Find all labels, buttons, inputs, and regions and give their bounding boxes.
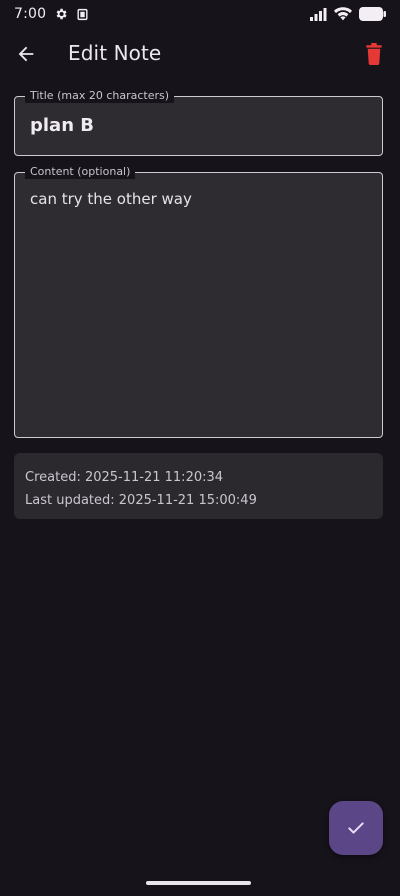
page-title: Edit Note <box>68 41 162 65</box>
status-right <box>310 7 386 21</box>
signal-icon <box>310 7 327 21</box>
content-textarea[interactable]: Content (optional) can try the other way <box>14 165 383 438</box>
status-time: 7:00 <box>14 6 47 22</box>
wifi-icon <box>334 7 352 21</box>
arrow-back-icon <box>18 46 34 62</box>
battery-icon <box>359 7 386 21</box>
delete-note-button[interactable] <box>362 40 386 68</box>
content-textarea-value: can try the other way <box>30 190 192 208</box>
title-input-value: plan B <box>30 115 95 136</box>
save-note-button[interactable] <box>329 801 383 855</box>
app-bar: Edit Note <box>0 28 400 78</box>
screen-record-icon <box>76 8 89 21</box>
trash-icon <box>366 43 382 65</box>
status-bar: 7:00 <box>0 0 400 28</box>
title-input[interactable]: Title (max 20 characters) plan B <box>14 89 383 156</box>
edit-note-screen: 7:00 Edit Note Title (max 20 characters)… <box>0 0 400 896</box>
status-left: 7:00 <box>14 6 89 22</box>
note-metadata-card: Created: 2025-11-21 11:20:34 Last update… <box>14 453 383 519</box>
check-icon <box>348 822 364 834</box>
title-field-label: Title (max 20 characters) <box>25 89 175 103</box>
back-button[interactable] <box>12 40 40 68</box>
content-field-label: Content (optional) <box>25 165 136 179</box>
home-gesture-bar[interactable] <box>146 881 251 885</box>
settings-gear-icon <box>54 7 68 21</box>
updated-timestamp: Last updated: 2025-11-21 15:00:49 <box>25 493 257 508</box>
created-timestamp: Created: 2025-11-21 11:20:34 <box>25 470 224 485</box>
